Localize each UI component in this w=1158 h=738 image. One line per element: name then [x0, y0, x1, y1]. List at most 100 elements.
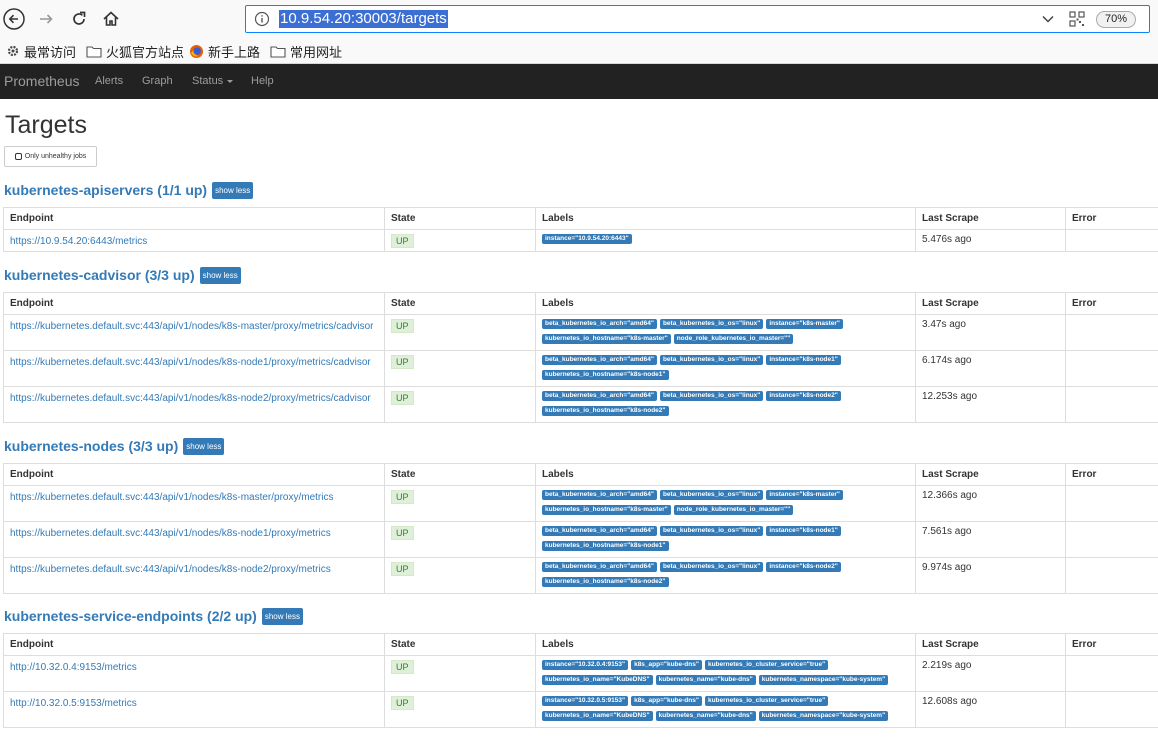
bookmark-label: 最常访问	[24, 44, 77, 60]
site-info-icon[interactable]	[254, 11, 270, 27]
bookmark-common-sites[interactable]: 常用网址	[270, 42, 342, 60]
nav-status[interactable]: Status	[192, 75, 234, 87]
job-header: kubernetes-cadvisor (3/3 up) show less	[4, 265, 241, 285]
label-badge: beta_kubernetes_io_arch="amd64"	[542, 355, 657, 365]
forward-button[interactable]	[34, 7, 58, 31]
job-name[interactable]: kubernetes-service-endpoints (2/2 up)	[4, 608, 257, 624]
brand-link[interactable]: Prometheus	[4, 73, 79, 89]
table-row: https://10.9.54.20:6443/metrics UP insta…	[3, 229, 1158, 252]
state-badge: UP	[391, 391, 414, 405]
url-bar[interactable]: 10.9.54.20:30003/targets 70%	[245, 5, 1150, 33]
bookmark-most-visited[interactable]: 最常访问	[6, 42, 76, 60]
label-badge: kubernetes_io_hostname="k8s-node2"	[542, 406, 669, 416]
col-state: State	[384, 633, 536, 656]
reload-icon	[73, 11, 86, 25]
targets-table: Endpoint State Labels Last Scrape Error …	[3, 207, 1158, 252]
last-scrape: 3.47s ago	[922, 319, 966, 330]
chevron-down-icon[interactable]	[1042, 14, 1054, 24]
only-unhealthy-jobs-button[interactable]: Only unhealthy jobs	[4, 146, 97, 167]
endpoint-link[interactable]: https://kubernetes.default.svc:443/api/v…	[10, 562, 379, 577]
state-badge: UP	[391, 660, 414, 674]
back-button[interactable]	[2, 7, 26, 31]
col-labels: Labels	[535, 633, 916, 656]
job-name[interactable]: kubernetes-cadvisor (3/3 up)	[4, 267, 195, 283]
col-last-scrape: Last Scrape	[915, 292, 1066, 315]
nav-graph[interactable]: Graph	[142, 75, 173, 87]
label-badge: instance="10.9.54.20:6443"	[542, 234, 632, 244]
table-row: https://kubernetes.default.svc:443/api/v…	[3, 485, 1158, 522]
home-button[interactable]	[99, 7, 123, 31]
label-badge: beta_kubernetes_io_arch="amd64"	[542, 319, 657, 329]
table-row: http://10.32.0.4:9153/metrics UP instanc…	[3, 655, 1158, 692]
folder-icon	[270, 45, 286, 58]
show-less-button[interactable]: show less	[212, 181, 254, 199]
targets-table: Endpoint State Labels Last Scrape Error …	[3, 633, 1158, 728]
nav-status-label: Status	[192, 75, 224, 87]
label-badge: beta_kubernetes_io_os="linux"	[659, 391, 764, 401]
endpoint-link[interactable]: https://kubernetes.default.svc:443/api/v…	[10, 490, 379, 505]
zoom-level[interactable]: 70%	[1096, 11, 1136, 28]
show-less-button[interactable]: show less	[183, 437, 225, 455]
endpoint-link[interactable]: https://kubernetes.default.svc:443/api/v…	[10, 391, 379, 406]
job-name[interactable]: kubernetes-apiservers (1/1 up)	[4, 182, 207, 198]
table-row: https://kubernetes.default.svc:443/api/v…	[3, 350, 1158, 387]
col-error: Error	[1065, 463, 1158, 486]
caret-down-icon	[227, 79, 234, 83]
label-badge: node_role_kubernetes_io_master=""	[673, 334, 794, 344]
col-endpoint: Endpoint	[3, 633, 385, 656]
bookmark-label: 新手上路	[208, 44, 261, 60]
table-row: https://kubernetes.default.svc:443/api/v…	[3, 557, 1158, 594]
label-badge: beta_kubernetes_io_arch="amd64"	[542, 490, 657, 500]
page-title: Targets	[5, 111, 87, 139]
state-badge: UP	[391, 696, 414, 710]
table-row: http://10.32.0.5:9153/metrics UP instanc…	[3, 691, 1158, 728]
last-scrape: 12.253s ago	[922, 391, 978, 402]
back-arrow-icon	[3, 8, 25, 30]
label-badge: kubernetes_name="kube-dns"	[655, 711, 756, 721]
last-scrape: 12.608s ago	[922, 696, 978, 707]
label-badge: instance="k8s-node1"	[766, 355, 841, 365]
label-badge: instance="k8s-master"	[766, 490, 844, 500]
col-state: State	[384, 207, 536, 230]
url-text[interactable]: 10.9.54.20:30003/targets	[279, 10, 448, 28]
browser-toolbar: 10.9.54.20:30003/targets 70%	[0, 0, 1158, 38]
home-icon	[103, 11, 119, 26]
label-badge: beta_kubernetes_io_os="linux"	[659, 490, 764, 500]
bookmark-label: 火狐官方站点	[106, 44, 185, 60]
label-badge: k8s_app="kube-dns"	[631, 696, 702, 706]
label-badge: beta_kubernetes_io_os="linux"	[659, 319, 764, 329]
label-badge: kubernetes_namespace="kube-system"	[758, 711, 889, 721]
qr-code-icon[interactable]	[1069, 11, 1085, 27]
col-last-scrape: Last Scrape	[915, 633, 1066, 656]
label-badge: beta_kubernetes_io_arch="amd64"	[542, 391, 657, 401]
label-badge: instance="k8s-node1"	[766, 526, 841, 536]
prometheus-navbar: Prometheus Alerts Graph Status Help	[0, 64, 1158, 99]
endpoint-link[interactable]: https://10.9.54.20:6443/metrics	[10, 234, 379, 249]
endpoint-link[interactable]: http://10.32.0.5:9153/metrics	[10, 696, 379, 711]
nav-help[interactable]: Help	[251, 75, 274, 87]
show-less-button[interactable]: show less	[199, 266, 241, 284]
label-badge: node_role_kubernetes_io_master=""	[673, 505, 794, 515]
table-header-row: Endpoint State Labels Last Scrape Error	[3, 207, 1158, 230]
label-badge: beta_kubernetes_io_arch="amd64"	[542, 526, 657, 536]
forward-arrow-icon	[40, 14, 53, 24]
nav-alerts[interactable]: Alerts	[95, 75, 123, 87]
endpoint-link[interactable]: http://10.32.0.4:9153/metrics	[10, 660, 379, 675]
endpoint-link[interactable]: https://kubernetes.default.svc:443/api/v…	[10, 355, 379, 370]
last-scrape: 5.476s ago	[922, 234, 972, 245]
col-error: Error	[1065, 207, 1158, 230]
label-badge: kubernetes_io_cluster_service="true"	[704, 660, 829, 670]
col-state: State	[384, 463, 536, 486]
endpoint-link[interactable]: https://kubernetes.default.svc:443/api/v…	[10, 526, 379, 541]
show-less-button[interactable]: show less	[261, 607, 303, 625]
col-endpoint: Endpoint	[3, 463, 385, 486]
bookmark-firefox-site[interactable]: 火狐官方站点	[86, 42, 184, 60]
col-labels: Labels	[535, 292, 916, 315]
endpoint-link[interactable]: https://kubernetes.default.svc:443/api/v…	[10, 319, 379, 334]
col-error: Error	[1065, 292, 1158, 315]
job-name[interactable]: kubernetes-nodes (3/3 up)	[4, 438, 178, 454]
reload-button[interactable]	[67, 7, 91, 31]
state-badge: UP	[391, 319, 414, 333]
label-badge: instance="10.32.0.5:9153"	[542, 696, 629, 706]
bookmark-getting-started[interactable]: 新手上路	[189, 42, 260, 60]
